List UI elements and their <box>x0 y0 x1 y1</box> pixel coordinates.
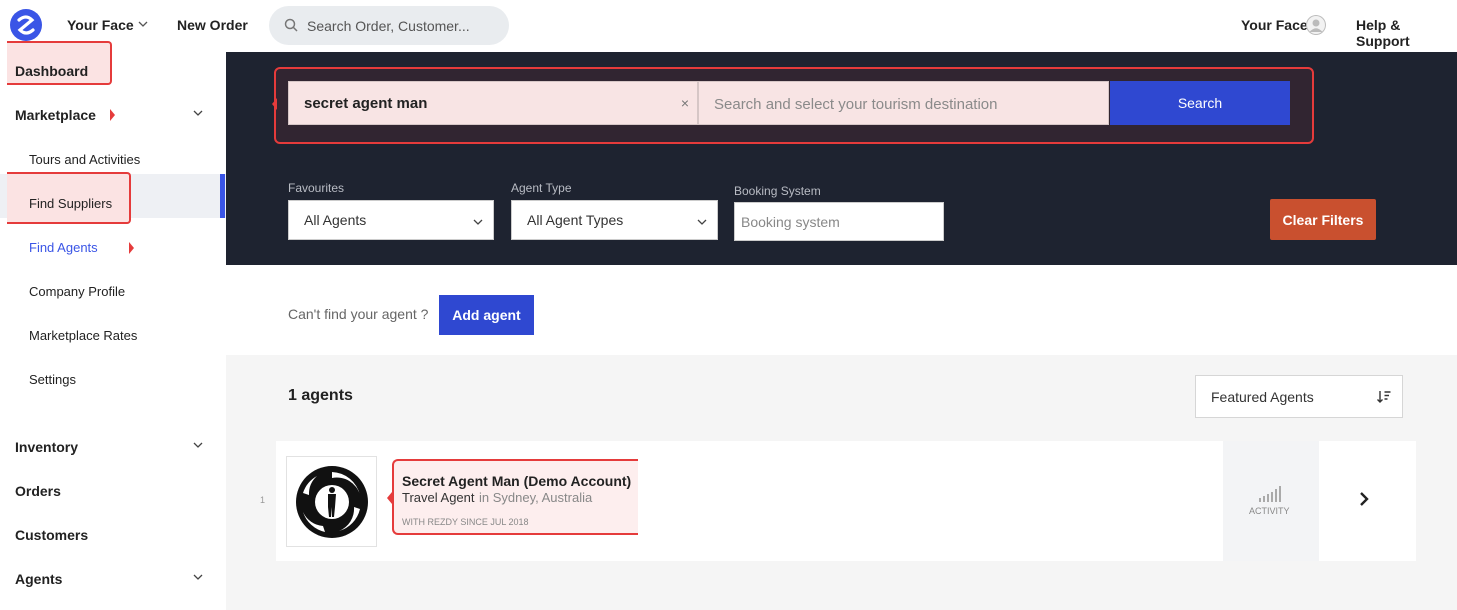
sidebar-active-indicator <box>220 174 225 218</box>
destination-input[interactable] <box>714 93 1094 115</box>
sidebar-item-agents[interactable]: Agents <box>15 571 62 587</box>
sidebar-item-find-agents[interactable]: Find Agents <box>29 240 98 255</box>
help-support-link[interactable]: Help & Support <box>1356 17 1457 49</box>
agent-location: in Sydney, Australia <box>479 490 593 505</box>
favourites-label: Favourites <box>288 181 345 195</box>
activity-label: ACTIVITY <box>1249 506 1290 516</box>
chevron-down-icon <box>697 219 707 225</box>
sort-value: Featured Agents <box>1211 389 1314 405</box>
chevron-down-icon[interactable] <box>193 108 203 118</box>
agent-highlight-pointer <box>387 492 392 504</box>
account-menu[interactable]: Your Face <box>67 17 134 33</box>
chevron-down-icon[interactable] <box>193 572 203 582</box>
app-logo-icon[interactable] <box>10 9 42 41</box>
find-agents-highlight-pointer <box>129 242 134 254</box>
chevron-down-icon[interactable] <box>193 440 203 450</box>
chevron-down-icon <box>473 219 483 225</box>
cant-find-agent-text: Can't find your agent ? <box>288 306 429 322</box>
favourites-value: All Agents <box>304 212 367 228</box>
sort-icon <box>1377 391 1391 403</box>
agent-logo <box>286 456 377 547</box>
agent-since: WITH REZDY SINCE JUL 2018 <box>402 517 529 527</box>
favourites-select[interactable]: All Agents <box>288 200 494 240</box>
new-order-link[interactable]: New Order <box>177 17 248 33</box>
user-icon <box>1306 15 1326 35</box>
sidebar-item-dashboard[interactable]: Dashboard <box>15 63 88 79</box>
sidebar-item-find-suppliers[interactable]: Find Suppliers <box>29 196 112 211</box>
search-highlight-pointer <box>272 98 277 110</box>
agent-type-label: Agent Type <box>511 181 572 195</box>
activity-bars-icon <box>1259 486 1281 502</box>
chevron-down-icon[interactable] <box>138 19 148 29</box>
search-button[interactable]: Search <box>1110 81 1290 125</box>
add-agent-button[interactable]: Add agent <box>439 295 534 335</box>
destination-field[interactable] <box>698 81 1109 125</box>
sidebar-item-marketplace-rates[interactable]: Marketplace Rates <box>29 328 137 343</box>
row-index: 1 <box>260 495 266 505</box>
global-search[interactable] <box>269 6 509 45</box>
chevron-right-icon[interactable] <box>1357 491 1371 507</box>
clear-filters-button[interactable]: Clear Filters <box>1270 199 1376 240</box>
marketplace-highlight-pointer <box>110 109 115 121</box>
agent-type: Travel Agent <box>402 490 475 505</box>
sidebar-item-orders[interactable]: Orders <box>15 483 61 499</box>
booking-system-label: Booking System <box>734 184 821 198</box>
sort-select[interactable]: Featured Agents <box>1195 375 1403 418</box>
user-name[interactable]: Your Face <box>1241 17 1308 33</box>
results-count: 1 agents <box>288 387 353 404</box>
global-search-input[interactable] <box>307 15 497 37</box>
sidebar-item-company-profile[interactable]: Company Profile <box>29 284 125 299</box>
agent-name[interactable]: Secret Agent Man (Demo Account) <box>402 473 631 489</box>
sidebar-item-inventory[interactable]: Inventory <box>15 439 78 455</box>
sidebar-item-tours-activities[interactable]: Tours and Activities <box>29 152 140 167</box>
clear-icon[interactable]: × <box>681 95 689 111</box>
top-bar: Your Face New Order Your Face Help & Sup… <box>0 0 1457 52</box>
agent-type-select[interactable]: All Agent Types <box>511 200 718 240</box>
sidebar-item-customers[interactable]: Customers <box>15 527 88 543</box>
keyword-search-value[interactable]: secret agent man <box>304 95 427 112</box>
booking-system-field[interactable] <box>734 202 944 241</box>
keyword-search-field[interactable]: secret agent man × <box>288 81 698 125</box>
agent-type-value: All Agent Types <box>527 212 624 228</box>
sidebar-item-settings[interactable]: Settings <box>29 372 76 387</box>
avatar[interactable] <box>1306 15 1326 35</box>
search-icon <box>284 18 298 32</box>
booking-system-input[interactable] <box>741 213 936 231</box>
secret-agent-logo-icon <box>296 466 368 538</box>
sidebar-item-marketplace[interactable]: Marketplace <box>15 107 96 123</box>
